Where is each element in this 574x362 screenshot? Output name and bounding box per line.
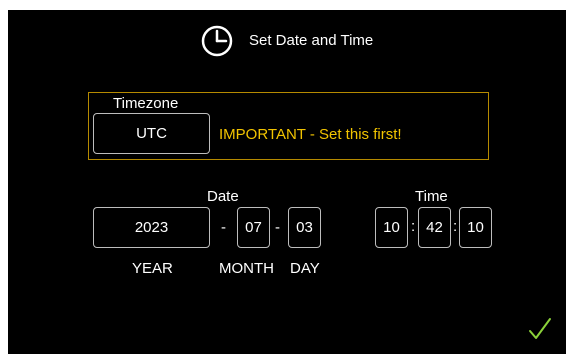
year-caption: YEAR	[132, 260, 173, 277]
settings-screen: Set Date and Time Timezone UTC IMPORTANT…	[8, 10, 566, 354]
timezone-warning-text: IMPORTANT - Set this first!	[219, 126, 402, 143]
month-input[interactable]: 07	[237, 207, 270, 248]
month-caption: MONTH	[219, 260, 274, 277]
day-caption: DAY	[290, 260, 320, 277]
day-input[interactable]: 03	[288, 207, 321, 248]
date-separator-1: -	[221, 219, 226, 236]
header: Set Date and Time	[8, 25, 566, 59]
second-input[interactable]: 10	[459, 207, 492, 248]
year-input[interactable]: 2023	[93, 207, 210, 248]
time-label: Time	[415, 188, 448, 205]
page-title: Set Date and Time	[249, 32, 374, 49]
minute-input[interactable]: 42	[418, 207, 451, 248]
time-separator-2: :	[453, 218, 458, 235]
date-label: Date	[207, 188, 239, 205]
time-separator-1: :	[411, 218, 416, 235]
timezone-selector-button[interactable]: UTC	[93, 113, 210, 154]
clock-icon	[201, 25, 233, 57]
hour-input[interactable]: 10	[375, 207, 408, 248]
timezone-label: Timezone	[113, 95, 179, 112]
date-separator-2: -	[275, 219, 280, 236]
checkmark-icon[interactable]	[527, 316, 553, 342]
